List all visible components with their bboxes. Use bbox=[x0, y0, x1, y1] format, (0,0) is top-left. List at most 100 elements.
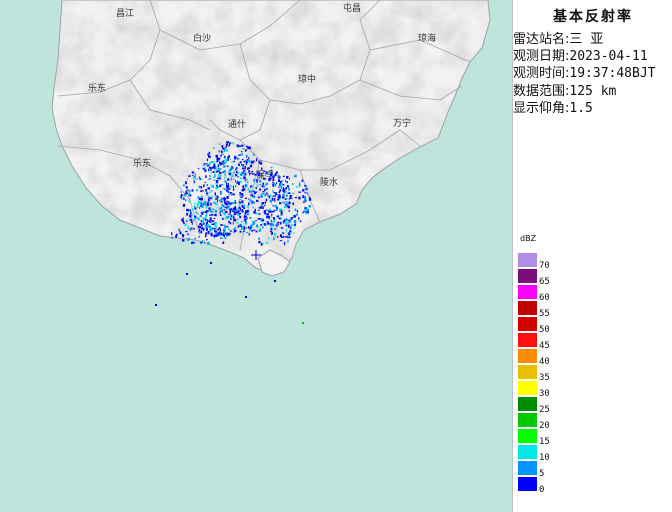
legend-label: 50 bbox=[539, 325, 550, 335]
echo-pixel bbox=[241, 231, 243, 233]
echo-pixel bbox=[193, 180, 195, 184]
echo-pixel bbox=[189, 228, 191, 231]
echo-pixel bbox=[220, 197, 223, 200]
echo-pixel bbox=[233, 160, 235, 163]
echo-pixel bbox=[245, 162, 247, 165]
echo-pixel bbox=[258, 237, 260, 240]
echo-pixel bbox=[262, 206, 264, 210]
echo-pixel bbox=[252, 206, 254, 209]
echo-pixel bbox=[217, 159, 220, 162]
elevation-row: 显示仰角:1.5 bbox=[513, 97, 593, 116]
echo-pixel bbox=[189, 209, 191, 211]
echo-pixel bbox=[268, 178, 271, 182]
echo-pixel bbox=[288, 192, 291, 194]
echo-pixel bbox=[186, 192, 188, 194]
echo-pixel bbox=[219, 161, 222, 165]
echo-pixel bbox=[224, 157, 227, 160]
echo-pixel bbox=[230, 217, 232, 221]
echo-pixel bbox=[239, 199, 242, 201]
echo-pixel bbox=[304, 192, 307, 194]
echo-pixel bbox=[262, 226, 264, 229]
echo-pixel bbox=[305, 208, 308, 211]
echo-pixel bbox=[243, 176, 246, 179]
echo-pixel bbox=[229, 208, 232, 211]
echo-pixel bbox=[228, 220, 230, 223]
legend-label: 55 bbox=[539, 309, 550, 319]
echo-pixel bbox=[191, 171, 195, 174]
echo-pixel bbox=[267, 194, 269, 197]
echo-pixel bbox=[306, 192, 309, 195]
echo-pixel bbox=[232, 171, 236, 174]
echo-pixel bbox=[232, 185, 234, 189]
echo-pixel bbox=[268, 217, 271, 220]
legend-label: 40 bbox=[539, 357, 550, 367]
echo-pixel bbox=[196, 203, 199, 206]
echo-pixel bbox=[293, 223, 296, 227]
time-key: 观测时间: bbox=[513, 66, 570, 81]
echo-pixel bbox=[199, 223, 202, 225]
echo-pixel bbox=[220, 150, 223, 154]
echo-pixel bbox=[188, 193, 190, 197]
echo-pixel bbox=[242, 165, 244, 169]
echo-pixel bbox=[281, 209, 285, 211]
echo-pixel bbox=[208, 201, 210, 204]
echo-pixel bbox=[188, 175, 191, 177]
echo-pixel bbox=[284, 188, 287, 190]
echo-pixel bbox=[281, 232, 284, 234]
echo-pixel bbox=[213, 223, 216, 226]
echo-pixel bbox=[272, 204, 274, 207]
echo-pixel bbox=[223, 209, 226, 211]
echo-pixel bbox=[253, 190, 255, 192]
echo-pixel bbox=[246, 156, 248, 158]
echo-pixel bbox=[206, 239, 208, 241]
echo-pixel bbox=[256, 179, 258, 182]
echo-pixel bbox=[242, 188, 245, 191]
echo-pixel bbox=[227, 158, 229, 160]
echo-pixel bbox=[270, 169, 273, 171]
city-label: 屯昌 bbox=[343, 2, 361, 14]
echo-pixel bbox=[271, 213, 273, 216]
echo-pixel bbox=[220, 206, 223, 210]
echo-pixel bbox=[204, 169, 207, 172]
echo-pixel bbox=[189, 194, 192, 197]
echo-pixel bbox=[209, 161, 212, 164]
echo-pixel bbox=[200, 197, 203, 201]
echo-pixel bbox=[241, 205, 244, 207]
legend-swatch bbox=[518, 461, 537, 475]
echo-pixel bbox=[266, 223, 268, 225]
echo-pixel bbox=[199, 215, 202, 217]
echo-pixel bbox=[210, 198, 213, 200]
echo-pixel bbox=[289, 197, 292, 199]
legend-swatch bbox=[518, 445, 537, 459]
echo-pixel bbox=[225, 208, 229, 210]
echo-pixel bbox=[272, 190, 274, 193]
echo-pixel bbox=[241, 159, 244, 161]
echo-pixel bbox=[189, 198, 191, 200]
echo-pixel bbox=[207, 187, 210, 190]
echo-pixel bbox=[268, 173, 270, 175]
city-label: 乐东 bbox=[133, 157, 151, 169]
legend-label: 5 bbox=[539, 469, 545, 479]
echo-pixel bbox=[240, 208, 242, 211]
echo-pixel bbox=[257, 218, 260, 220]
echo-pixel bbox=[224, 176, 226, 179]
echo-pixel bbox=[215, 222, 218, 225]
echo-pixel bbox=[273, 217, 275, 220]
echo-pixel bbox=[262, 191, 265, 193]
echo-pixel bbox=[265, 188, 267, 190]
echo-pixel bbox=[204, 181, 206, 184]
echo-pixel bbox=[245, 154, 248, 157]
echo-pixel bbox=[273, 220, 275, 223]
legend-swatch bbox=[518, 381, 537, 395]
echo-pixel bbox=[191, 208, 194, 211]
echo-pixel bbox=[189, 238, 191, 240]
echo-pixel bbox=[224, 237, 227, 240]
echo-pixel bbox=[245, 221, 247, 223]
echo-pixel bbox=[198, 197, 201, 200]
echo-pixel bbox=[223, 224, 226, 226]
echo-pixel bbox=[225, 225, 227, 228]
legend-unit: dBZ bbox=[520, 234, 537, 243]
echo-pixel bbox=[237, 176, 239, 178]
echo-pixel bbox=[245, 227, 248, 229]
echo-pixel bbox=[271, 197, 274, 201]
